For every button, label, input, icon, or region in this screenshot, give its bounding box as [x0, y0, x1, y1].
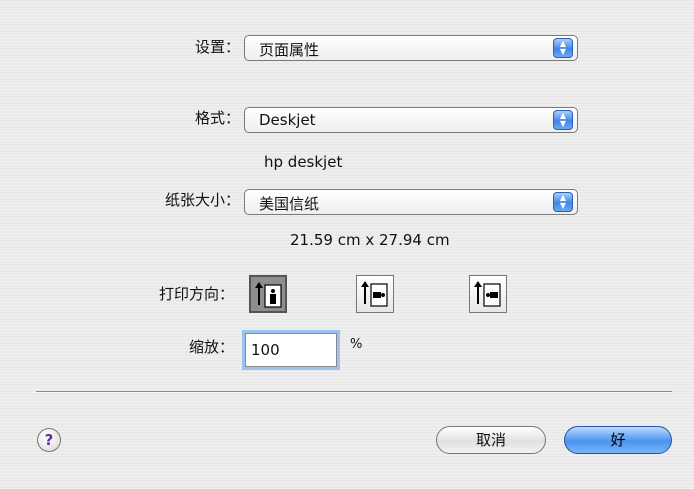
- paper-size-popup[interactable]: 美国信纸 ▲ ▼: [244, 189, 578, 215]
- help-icon: ?: [44, 431, 54, 449]
- printer-name: hp deskjet: [264, 153, 343, 171]
- portrait-orientation-icon: [255, 282, 282, 308]
- paper-dimensions: 21.59 cm x 27.94 cm: [290, 231, 450, 249]
- scale-input[interactable]: [246, 334, 336, 366]
- format-value: Deskjet: [259, 111, 316, 129]
- divider: [36, 391, 672, 393]
- popup-arrows-icon: ▲ ▼: [553, 110, 573, 130]
- landscape-orientation-button[interactable]: [356, 275, 394, 313]
- settings-label: 设置：: [194, 38, 240, 56]
- settings-value: 页面属性: [259, 41, 320, 59]
- popup-arrows-icon: ▲ ▼: [553, 192, 573, 212]
- paper-size-value: 美国信纸: [259, 195, 320, 213]
- format-popup[interactable]: Deskjet ▲ ▼: [244, 107, 578, 133]
- format-label: 格式：: [194, 109, 240, 127]
- paper-size-label: 纸张大小：: [164, 191, 240, 209]
- landscape-orientation-icon: [361, 281, 388, 307]
- reverse-landscape-orientation-button[interactable]: [469, 275, 507, 313]
- portrait-orientation-button[interactable]: [249, 275, 287, 313]
- help-button[interactable]: ?: [37, 428, 61, 452]
- scale-unit: %: [350, 337, 363, 352]
- reverse-landscape-orientation-icon: [474, 281, 501, 307]
- orientation-label: 打印方向：: [158, 285, 234, 303]
- cancel-button[interactable]: 取消: [436, 426, 546, 454]
- settings-popup[interactable]: 页面属性 ▲ ▼: [244, 35, 578, 61]
- scale-label: 缩放：: [188, 338, 234, 356]
- ok-button[interactable]: 好: [564, 426, 672, 454]
- scale-field[interactable]: [245, 333, 337, 367]
- popup-arrows-icon: ▲ ▼: [553, 38, 573, 58]
